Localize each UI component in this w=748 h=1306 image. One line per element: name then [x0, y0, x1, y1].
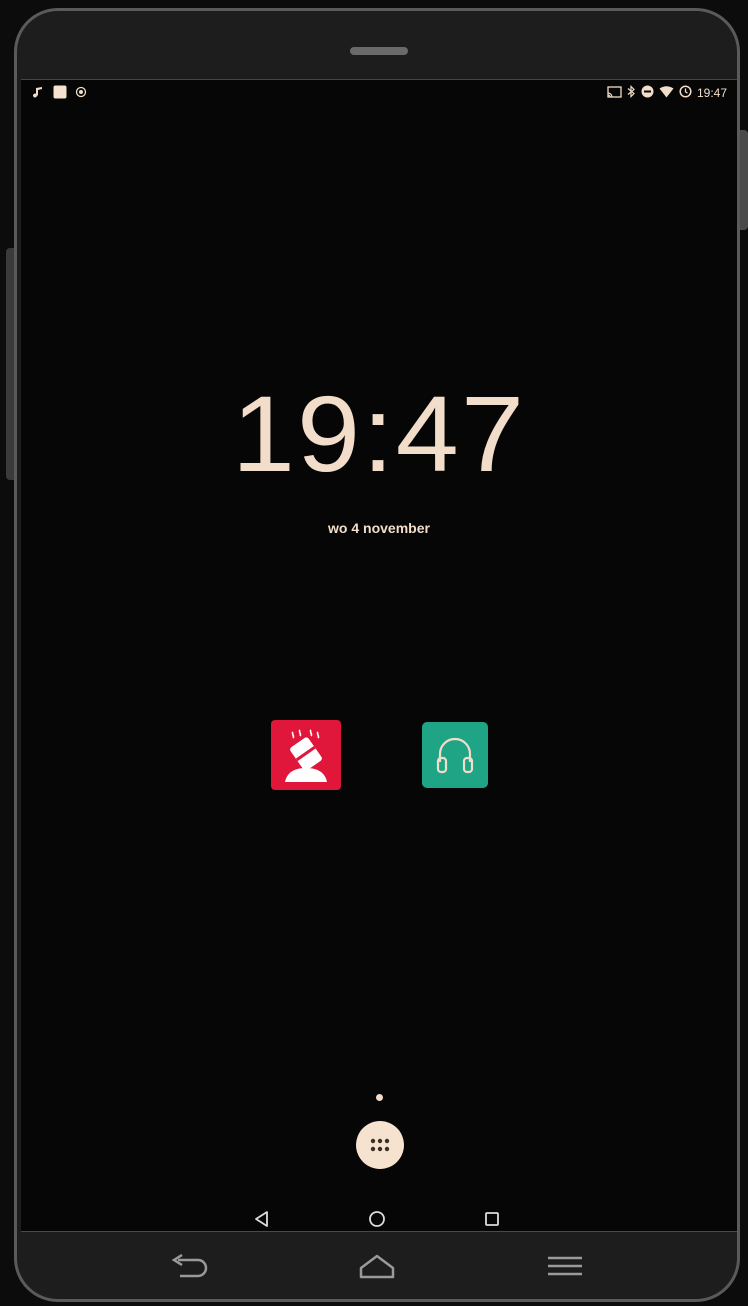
- lockscreen-clock: 19:47: [231, 373, 527, 494]
- device-side-tab: [739, 130, 748, 230]
- wifi-icon: [659, 85, 674, 101]
- home-screen: 19:47 19:47 wo 4 november: [21, 79, 737, 1232]
- bluetooth-icon: [627, 85, 636, 101]
- home-house-icon[interactable]: [358, 1253, 396, 1283]
- music-app-shortcut[interactable]: [422, 722, 488, 788]
- back-arrow-icon[interactable]: [168, 1253, 210, 1284]
- lockscreen-date: wo 4 november: [328, 520, 430, 536]
- cast-icon: [607, 85, 622, 101]
- speaker-grille: [350, 47, 408, 55]
- menu-lines-icon[interactable]: [546, 1254, 584, 1282]
- status-bar: 19:47: [21, 80, 737, 104]
- red-app-icon: [285, 729, 327, 782]
- hardware-button-bar: [18, 1224, 734, 1288]
- app-grid-icon: [370, 1138, 390, 1152]
- device-frame: 19:47 19:47 wo 4 november: [14, 8, 740, 1302]
- app-drawer-button[interactable]: [356, 1121, 404, 1169]
- target-icon: [75, 86, 87, 101]
- page-indicator: [376, 1094, 383, 1101]
- status-time: 19:47: [696, 86, 727, 100]
- do-not-disturb-icon: [641, 85, 654, 101]
- music-note-icon: [33, 86, 45, 101]
- image-notification-icon: [53, 85, 67, 102]
- headphones-icon: [436, 737, 474, 774]
- alarm-icon: [679, 85, 692, 101]
- red-app-shortcut[interactable]: [271, 720, 341, 790]
